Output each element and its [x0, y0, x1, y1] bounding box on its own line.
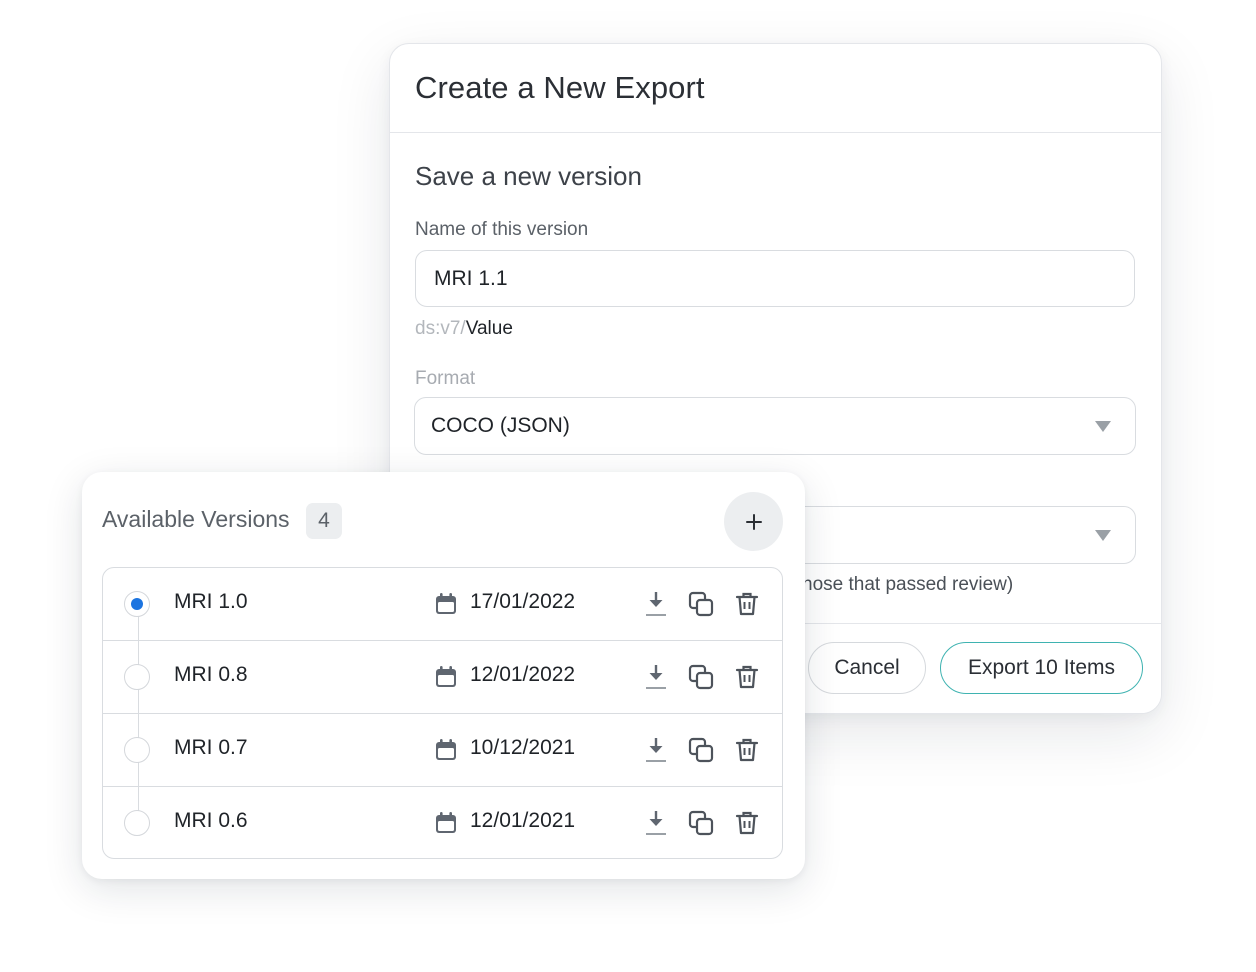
- copy-icon: [688, 737, 714, 763]
- calendar-icon: [436, 812, 456, 833]
- version-date: 17/01/2022: [470, 590, 576, 613]
- copy-icon: [688, 591, 714, 617]
- copy-icon: [688, 810, 714, 836]
- version-date: 12/01/2021: [470, 809, 576, 832]
- trash-icon: [735, 738, 759, 762]
- version-radio[interactable]: [124, 737, 150, 763]
- version-row[interactable]: MRI 0.7 10/12/2021: [103, 714, 782, 787]
- version-name: MRI 0.8: [174, 663, 248, 686]
- format-value: COCO (JSON): [431, 414, 570, 437]
- filter-hint: hose that passed review): [802, 574, 1014, 595]
- cancel-button[interactable]: Cancel: [808, 642, 926, 694]
- version-name: MRI 1.0: [174, 590, 248, 613]
- delete-button[interactable]: [734, 590, 760, 618]
- version-name: MRI 0.7: [174, 736, 248, 759]
- version-name-label: Name of this version: [415, 219, 589, 240]
- version-date: 10/12/2021: [470, 736, 576, 759]
- chevron-down-icon: [1095, 421, 1111, 432]
- download-icon: [646, 592, 666, 616]
- plus-icon: [745, 513, 762, 530]
- trash-icon: [735, 811, 759, 835]
- trash-icon: [735, 592, 759, 616]
- slug-value: Value: [465, 318, 513, 339]
- copy-button[interactable]: [688, 736, 714, 764]
- delete-button[interactable]: [734, 663, 760, 691]
- version-row[interactable]: MRI 0.6 12/01/2021: [103, 787, 782, 858]
- version-date: 12/01/2022: [470, 663, 576, 686]
- slug-prefix: ds:v7/: [415, 318, 466, 339]
- versions-list: MRI 1.0 17/01/2022 MRI 0.8 12/01/2022 MR…: [102, 567, 783, 859]
- calendar-icon: [436, 593, 456, 614]
- copy-button[interactable]: [688, 590, 714, 618]
- available-versions-panel: Available Versions 4 MRI 1.0 17/01/2022: [82, 472, 805, 879]
- download-button[interactable]: [643, 809, 669, 837]
- download-button[interactable]: [643, 663, 669, 691]
- version-radio[interactable]: [124, 591, 150, 617]
- download-icon: [646, 811, 666, 835]
- versions-count-badge: 4: [306, 503, 342, 539]
- download-button[interactable]: [643, 590, 669, 618]
- calendar-icon: [436, 739, 456, 760]
- dialog-header: Create a New Export: [390, 44, 1161, 133]
- radio-selected-dot: [131, 598, 143, 610]
- copy-button[interactable]: [688, 809, 714, 837]
- add-version-button[interactable]: [724, 492, 783, 551]
- copy-button[interactable]: [688, 663, 714, 691]
- export-button[interactable]: Export 10 Items: [940, 642, 1143, 694]
- trash-icon: [735, 665, 759, 689]
- version-radio[interactable]: [124, 664, 150, 690]
- download-button[interactable]: [643, 736, 669, 764]
- version-name-input[interactable]: MRI 1.1: [415, 250, 1135, 307]
- version-row[interactable]: MRI 1.0 17/01/2022: [103, 568, 782, 641]
- download-icon: [646, 665, 666, 689]
- section-title: Save a new version: [415, 161, 642, 191]
- delete-button[interactable]: [734, 736, 760, 764]
- version-name: MRI 0.6: [174, 809, 248, 832]
- format-label: Format: [415, 368, 476, 389]
- version-radio[interactable]: [124, 810, 150, 836]
- download-icon: [646, 738, 666, 762]
- slug-text: ds:v7/Value: [415, 318, 513, 340]
- calendar-icon: [436, 666, 456, 687]
- chevron-down-icon: [1095, 530, 1111, 541]
- dialog-title: Create a New Export: [415, 70, 705, 105]
- version-row[interactable]: MRI 0.8 12/01/2022: [103, 641, 782, 714]
- copy-icon: [688, 664, 714, 690]
- delete-button[interactable]: [734, 809, 760, 837]
- versions-title: Available Versions: [102, 506, 290, 532]
- version-name-value: MRI 1.1: [434, 266, 508, 290]
- format-select[interactable]: COCO (JSON): [414, 397, 1136, 455]
